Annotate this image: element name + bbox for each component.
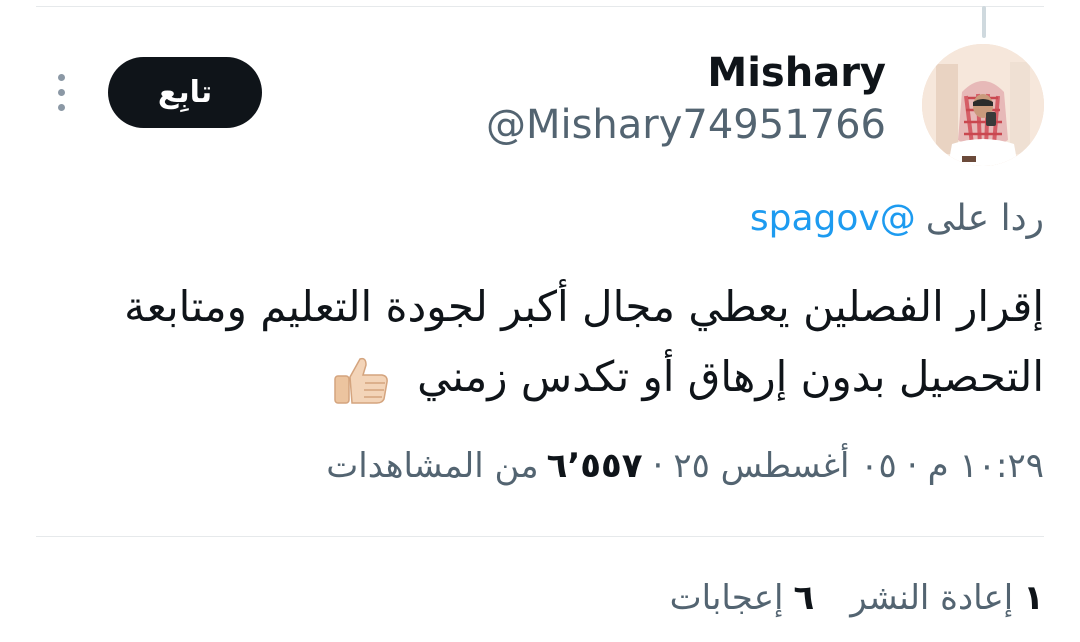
tweet-time[interactable]: ١٠:٢٩ م bbox=[928, 446, 1044, 486]
tweet-date[interactable]: ٠٥ أغسطس ٢٥ bbox=[673, 446, 896, 486]
reply-context: ردا على@spagov bbox=[750, 198, 1044, 239]
likes-stat[interactable]: ٦إعجابات bbox=[670, 578, 815, 618]
follow-button[interactable]: تابِع bbox=[108, 57, 262, 128]
thread-connector-line bbox=[982, 6, 986, 38]
retweets-stat[interactable]: ١إعادة النشر bbox=[850, 578, 1044, 618]
likes-label: إعجابات bbox=[669, 578, 784, 618]
meta-separator: · bbox=[906, 446, 918, 486]
more-dot bbox=[57, 88, 65, 96]
retweets-label: إعادة النشر bbox=[850, 578, 1014, 618]
author-handle[interactable]: @Mishary74951766 bbox=[486, 102, 886, 148]
more-dot bbox=[57, 103, 65, 111]
stats-divider bbox=[36, 536, 1044, 537]
views-count: ٦٬٥٥٧ bbox=[546, 446, 643, 486]
tweet-text-content: إقرار الفصلين يعطي مجال أكبر لجودة التعل… bbox=[124, 282, 1044, 401]
likes-count: ٦ bbox=[793, 578, 815, 618]
tweet-metadata: ١٠:٢٩ م·٠٥ أغسطس ٢٥·٦٬٥٥٧من المشاهدات bbox=[326, 446, 1044, 486]
reply-mention-link[interactable]: @spagov bbox=[750, 198, 916, 239]
more-vertical-icon bbox=[57, 73, 65, 81]
retweets-count: ١ bbox=[1023, 578, 1044, 618]
views-label: من المشاهدات bbox=[326, 446, 539, 486]
top-divider bbox=[36, 6, 1044, 7]
reply-prefix: ردا على bbox=[925, 198, 1044, 239]
more-options-button[interactable] bbox=[50, 70, 72, 114]
thumbs-up-icon bbox=[332, 355, 390, 405]
meta-separator: · bbox=[652, 446, 664, 486]
user-avatar-photo bbox=[922, 44, 1044, 166]
tweet-text: إقرار الفصلين يعطي مجال أكبر لجودة التعل… bbox=[36, 272, 1044, 412]
engagement-stats: ١إعادة النشر ٦إعجابات bbox=[670, 578, 1044, 618]
author-avatar[interactable] bbox=[922, 44, 1044, 166]
author-display-name[interactable]: Mishary bbox=[707, 50, 886, 96]
